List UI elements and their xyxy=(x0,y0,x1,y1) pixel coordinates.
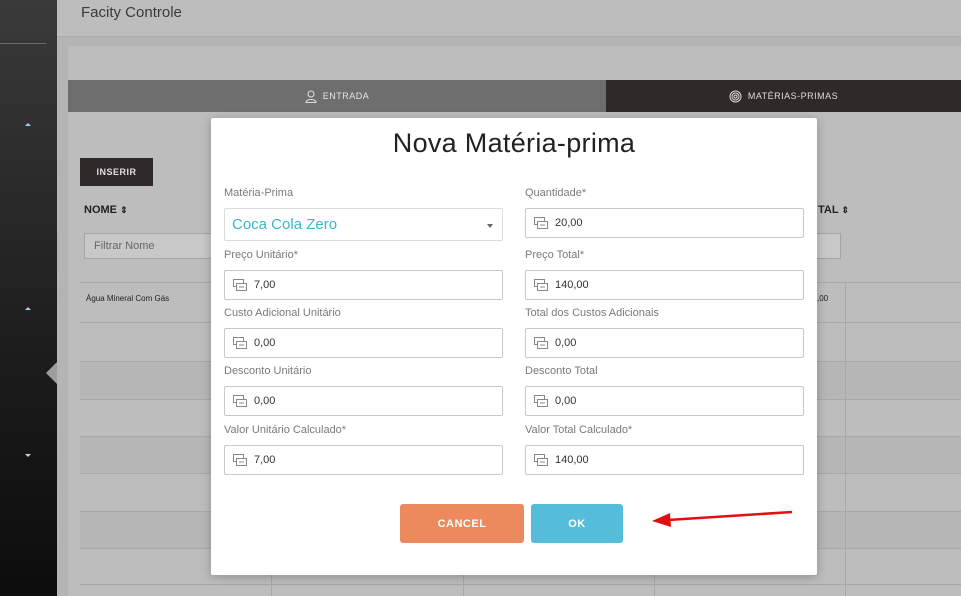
input-value: 140,00 xyxy=(555,454,589,466)
input-value: 7,00 xyxy=(254,279,276,291)
field-label: Custo Adicional Unitário xyxy=(224,307,341,319)
materia-prima-field: Matéria-Prima Coca Cola Zero xyxy=(224,187,503,241)
field-label: Desconto Unitário xyxy=(224,365,312,377)
chevron-up-icon[interactable] xyxy=(25,307,31,310)
dialog-title: Nova Matéria-prima xyxy=(392,128,636,158)
custo-adicional-unitario-field: Custo Adicional Unitário 0,00 xyxy=(224,307,503,358)
money-icon xyxy=(233,337,247,349)
filter-name-input[interactable]: Filtrar Nome xyxy=(84,233,214,259)
sidebar-divider xyxy=(0,43,46,44)
header: Facity Controle xyxy=(57,0,961,37)
money-icon xyxy=(233,279,247,291)
cancel-button[interactable]: CANCEL xyxy=(400,504,524,543)
chevron-down-icon[interactable] xyxy=(25,454,31,457)
tab-materias-primas[interactable]: MATÉRIAS-PRIMAS xyxy=(606,80,961,112)
column-header-total[interactable]: TAL ⇕ xyxy=(818,204,849,216)
table-column-divider xyxy=(845,282,846,596)
preco-total-field: Preço Total* 140,00 xyxy=(525,249,804,300)
input-value: 0,00 xyxy=(254,337,276,349)
sort-icon[interactable]: ⇕ xyxy=(841,205,849,215)
table-column-divider xyxy=(654,575,655,596)
preco-unitario-input[interactable]: 7,00 xyxy=(224,270,503,300)
money-icon xyxy=(534,395,548,407)
input-value: 20,00 xyxy=(555,217,583,229)
money-icon xyxy=(233,395,247,407)
field-label: Quantidade* xyxy=(525,187,587,199)
field-label: Valor Unitário Calculado* xyxy=(224,424,347,436)
materia-prima-select[interactable]: Coca Cola Zero xyxy=(224,208,503,241)
field-label: Total dos Custos Adicionais xyxy=(525,307,659,319)
input-value: 7,00 xyxy=(254,454,276,466)
money-icon xyxy=(534,337,548,349)
table-divider xyxy=(80,584,961,585)
field-label: Preço Total* xyxy=(525,249,585,261)
tab-label: MATÉRIAS-PRIMAS xyxy=(747,91,839,101)
field-label: Preço Unitário* xyxy=(224,249,298,261)
input-value: 0,00 xyxy=(254,395,276,407)
valor-unitario-calculado-input[interactable]: 7,00 xyxy=(224,445,503,475)
total-custos-adicionais-field: Total dos Custos Adicionais 0,00 xyxy=(525,307,804,358)
desconto-unitario-field: Desconto Unitário 0,00 xyxy=(224,365,503,416)
ok-button[interactable]: OK xyxy=(531,504,623,543)
desconto-total-input[interactable]: 0,00 xyxy=(525,386,804,416)
active-indicator-icon xyxy=(46,362,57,384)
app-title: Facity Controle xyxy=(81,4,182,21)
select-value: Coca Cola Zero xyxy=(232,216,338,233)
column-header-nome[interactable]: NOME ⇕ xyxy=(84,204,128,216)
valor-unitario-calculado-field: Valor Unitário Calculado* 7,00 xyxy=(224,424,503,475)
money-icon xyxy=(534,454,548,466)
field-label: Desconto Total xyxy=(525,365,598,377)
money-icon xyxy=(534,279,548,291)
valor-total-calculado-field: Valor Total Calculado* 140,00 xyxy=(525,424,804,475)
preco-total-input[interactable]: 140,00 xyxy=(525,270,804,300)
field-label: Valor Total Calculado* xyxy=(525,424,633,436)
table-column-divider xyxy=(271,575,272,596)
money-icon xyxy=(233,454,247,466)
input-value: 140,00 xyxy=(555,279,589,291)
user-icon xyxy=(305,90,317,103)
quantidade-input[interactable]: 20,00 xyxy=(525,208,804,238)
custo-adicional-unitario-input[interactable]: 0,00 xyxy=(224,328,503,358)
table-column-divider xyxy=(463,575,464,596)
tab-label: ENTRADA xyxy=(322,91,370,101)
new-raw-material-dialog: Nova Matéria-prima Matéria-Prima Coca Co… xyxy=(211,118,817,575)
money-icon xyxy=(534,217,548,229)
valor-total-calculado-input[interactable]: 140,00 xyxy=(525,445,804,475)
fingerprint-icon xyxy=(729,90,742,102)
chevron-down-icon[interactable] xyxy=(487,224,493,228)
quantidade-field: Quantidade* 20,00 xyxy=(525,187,804,238)
field-label: Matéria-Prima xyxy=(224,187,294,199)
insert-button[interactable]: INSERIR xyxy=(80,158,153,186)
table-cell-name: Água Mineral Com Gás xyxy=(86,294,170,303)
input-value: 0,00 xyxy=(555,337,577,349)
filter-total-input[interactable] xyxy=(815,233,841,259)
input-value: 0,00 xyxy=(555,395,577,407)
table-cell-total: ,00 xyxy=(817,294,829,303)
total-custos-adicionais-input[interactable]: 0,00 xyxy=(525,328,804,358)
desconto-unitario-input[interactable]: 0,00 xyxy=(224,386,503,416)
desconto-total-field: Desconto Total 0,00 xyxy=(525,365,804,416)
sort-icon[interactable]: ⇕ xyxy=(120,205,128,215)
preco-unitario-field: Preço Unitário* 7,00 xyxy=(224,249,503,300)
sidebar xyxy=(0,0,57,596)
chevron-up-icon[interactable] xyxy=(25,123,31,126)
tab-entrada[interactable]: ENTRADA xyxy=(68,80,606,112)
